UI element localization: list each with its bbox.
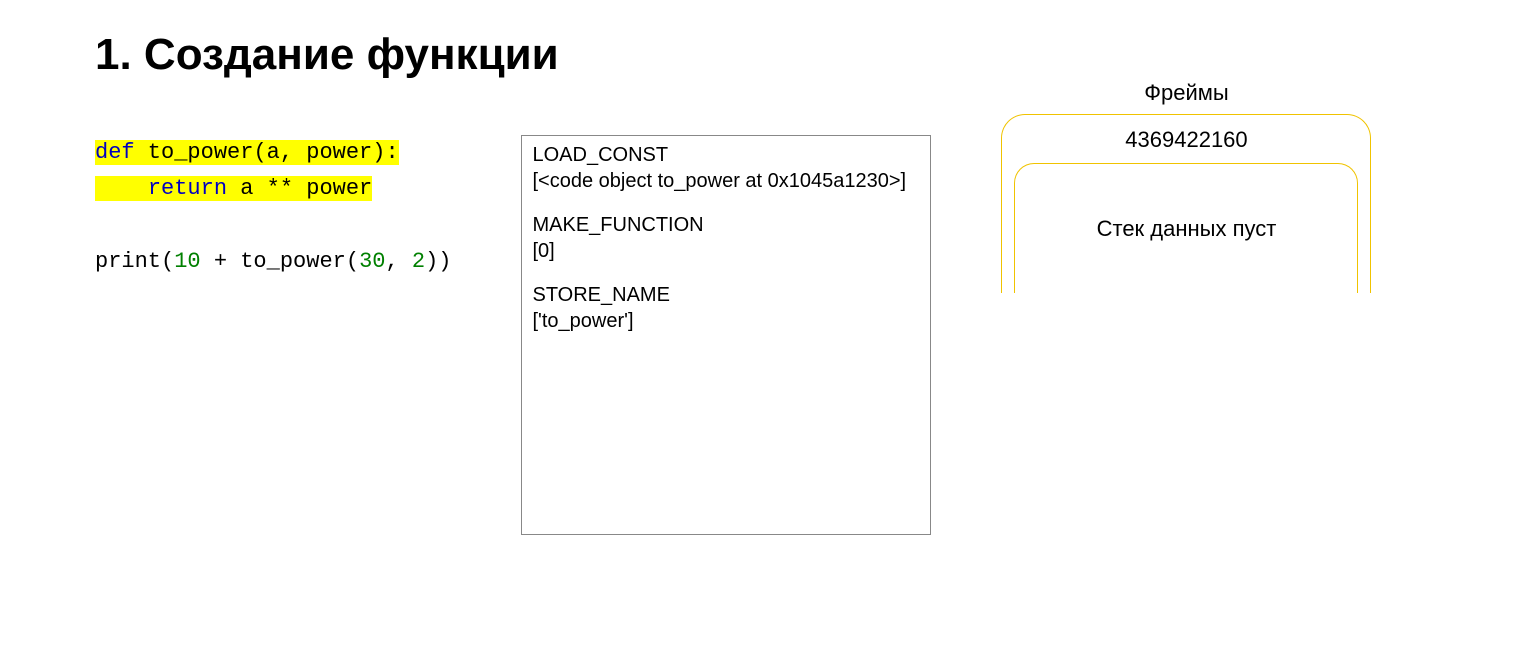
frames-title: Фреймы — [1144, 80, 1228, 106]
frame-id: 4369422160 — [1014, 127, 1358, 153]
stack-empty-label: Стек данных пуст — [1097, 216, 1277, 242]
bc-arg-store-name: ['to_power'] — [532, 308, 920, 334]
bc-op-load-const: LOAD_CONST — [532, 142, 920, 168]
page-title: 1. Создание функции — [95, 30, 1441, 80]
bc-arg-load-const: [<code object to_power at 0x1045a1230>] — [532, 168, 920, 194]
frame-outer: 4369422160 Стек данных пуст — [1001, 114, 1371, 293]
keyword-def: def — [95, 140, 135, 165]
func-name: to_power — [135, 140, 254, 165]
print-left: print( — [95, 249, 174, 274]
bc-arg-make-function: [0] — [532, 238, 920, 264]
slide-container: 1. Создание функции def to_power(a, powe… — [0, 0, 1536, 565]
bytecode-panel: LOAD_CONST [<code object to_power at 0x1… — [521, 135, 931, 535]
comma: , — [385, 249, 411, 274]
bc-op-make-function: MAKE_FUNCTION — [532, 212, 920, 238]
bc-op-store-name: STORE_NAME — [532, 282, 920, 308]
num-10: 10 — [174, 249, 200, 274]
keyword-return: return — [148, 176, 227, 201]
plus-call: + to_power( — [201, 249, 359, 274]
source-code: def to_power(a, power): return a ** powe… — [95, 135, 451, 280]
num-2: 2 — [412, 249, 425, 274]
colon: : — [385, 140, 398, 165]
func-params: (a, power) — [253, 140, 385, 165]
columns: def to_power(a, power): return a ** powe… — [95, 135, 1441, 535]
frame-inner: Стек данных пуст — [1014, 163, 1358, 293]
return-expr: a ** power — [227, 176, 372, 201]
num-30: 30 — [359, 249, 385, 274]
print-right: )) — [425, 249, 451, 274]
frames-section: Фреймы 4369422160 Стек данных пуст — [1001, 80, 1371, 293]
